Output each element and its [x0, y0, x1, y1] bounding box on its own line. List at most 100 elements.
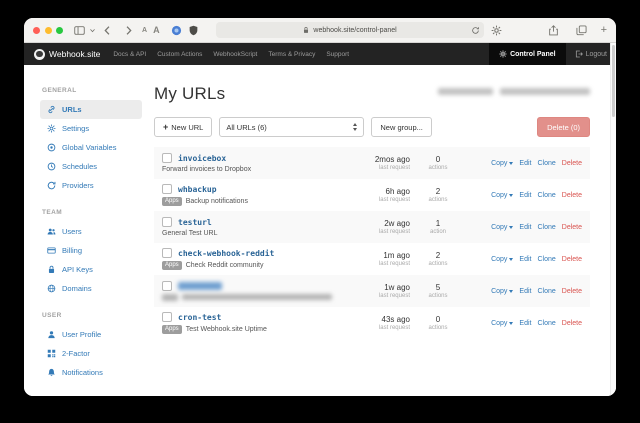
new-tab-button[interactable]: +	[601, 25, 607, 36]
row-checkbox[interactable]	[162, 217, 172, 227]
copy-link[interactable]: Copy	[491, 256, 513, 263]
sidebar-item-urls[interactable]: URLs	[40, 100, 142, 119]
copy-link[interactable]: Copy	[491, 160, 513, 167]
brand-name: Webhook.site	[49, 49, 100, 59]
webhook-logo-icon	[34, 49, 45, 60]
sidebar-item-label: URLs	[62, 105, 82, 114]
sidebar-item-users[interactable]: Users	[40, 222, 142, 241]
edit-link[interactable]: Edit	[519, 160, 531, 167]
actions-count-label: actions	[410, 293, 466, 299]
edit-link[interactable]: Edit	[519, 192, 531, 199]
control-panel-button[interactable]: Control Panel	[489, 43, 566, 65]
user-icon	[47, 330, 56, 339]
url-name-link[interactable]: invoicebox	[178, 154, 226, 163]
delete-link[interactable]: Delete	[562, 224, 582, 231]
increase-text-size-button[interactable]: A	[153, 25, 160, 35]
sidebar-item-providers[interactable]: Providers	[40, 176, 142, 195]
sidebar-item-domains[interactable]: Domains	[40, 279, 142, 298]
clone-link[interactable]: Clone	[537, 256, 555, 263]
delete-link[interactable]: Delete	[562, 192, 582, 199]
sidebar-item-global-variables[interactable]: Global Variables	[40, 138, 142, 157]
clone-link[interactable]: Clone	[537, 224, 555, 231]
url-name-link[interactable]: testurl	[178, 218, 212, 227]
url-name-link[interactable]: cron-test	[178, 313, 221, 322]
sidebar-item-billing[interactable]: Billing	[40, 241, 142, 260]
actions-count: 5	[410, 283, 466, 292]
sidebar-nav: GENERALURLsSettingsGlobal VariablesSched…	[24, 65, 148, 396]
row-checkbox[interactable]	[162, 153, 172, 163]
filter-selected-value: All URLs (6)	[226, 123, 266, 132]
navbar-right: Control Panel Logout	[489, 43, 616, 65]
row-actions: Copy Edit Clone Delete	[466, 192, 582, 199]
clone-link[interactable]: Clone	[537, 192, 555, 199]
delete-selected-button[interactable]: Delete (0)	[537, 117, 590, 137]
edit-link[interactable]: Edit	[519, 224, 531, 231]
webhook-site-logo[interactable]: Webhook.site	[34, 49, 100, 60]
browser-scrollbar	[610, 43, 616, 396]
share-icon[interactable]	[548, 25, 559, 36]
nav-link-support[interactable]: Support	[326, 51, 349, 58]
apps-badge: Apps	[162, 261, 182, 270]
chevron-down-icon[interactable]	[89, 27, 96, 34]
close-window-button[interactable]	[33, 27, 40, 34]
url-name-link[interactable]: whbackup	[178, 185, 217, 194]
table-row: cron-testAppsTest Webhook.site Uptime43s…	[154, 307, 590, 339]
tab-overview-icon[interactable]	[576, 25, 587, 36]
caret-down-icon	[509, 322, 513, 325]
copy-link[interactable]: Copy	[491, 224, 513, 231]
delete-link[interactable]: Delete	[562, 320, 582, 327]
sidebar-item-2-factor[interactable]: 2-Factor	[40, 344, 142, 363]
url-name-link[interactable]: check-webhook-reddit	[178, 249, 274, 258]
settings-gear-icon[interactable]	[491, 25, 502, 36]
zoom-window-button[interactable]	[56, 27, 63, 34]
address-bar[interactable]: webhook.site/control-panel	[216, 22, 484, 38]
edit-link[interactable]: Edit	[519, 320, 531, 327]
sidebar-item-settings[interactable]: Settings	[40, 119, 142, 138]
url-group-filter-select[interactable]: All URLs (6)	[219, 117, 364, 137]
sidebar-item-api-keys[interactable]: API Keys	[40, 260, 142, 279]
sidebar-item-label: Users	[62, 227, 82, 236]
sidebar-toggle-icon[interactable]	[74, 25, 85, 36]
row-checkbox[interactable]	[162, 184, 172, 194]
sidebar-item-label: 2-Factor	[62, 349, 90, 358]
copy-link[interactable]: Copy	[491, 288, 513, 295]
nav-link-terms-privacy[interactable]: Terms & Privacy	[268, 51, 315, 58]
delete-link[interactable]: Delete	[562, 256, 582, 263]
minimize-window-button[interactable]	[45, 27, 52, 34]
nav-link-webhookscript[interactable]: WebhookScript	[213, 51, 257, 58]
back-button[interactable]	[102, 25, 113, 36]
apps-badge: Apps	[162, 197, 182, 206]
row-checkbox[interactable]	[162, 281, 172, 291]
logout-button[interactable]: Logout	[566, 43, 616, 65]
extension-icon[interactable]	[171, 25, 182, 36]
last-request-cell: 2w agolast request	[352, 219, 410, 235]
copy-link[interactable]: Copy	[491, 320, 513, 327]
shield-icon[interactable]	[188, 25, 199, 36]
row-checkbox[interactable]	[162, 312, 172, 322]
new-url-button[interactable]: + New URL	[154, 117, 212, 137]
sidebar-item-user-profile[interactable]: User Profile	[40, 325, 142, 344]
forward-button[interactable]	[123, 25, 134, 36]
copy-link[interactable]: Copy	[491, 192, 513, 199]
row-checkbox[interactable]	[162, 248, 172, 258]
actions-count: 2	[410, 187, 466, 196]
nav-link-docs-api[interactable]: Docs & API	[113, 51, 146, 58]
reload-icon[interactable]	[471, 26, 480, 35]
delete-link[interactable]: Delete	[562, 160, 582, 167]
decrease-text-size-button[interactable]: A	[142, 27, 147, 34]
clone-link[interactable]: Clone	[537, 320, 555, 327]
edit-link[interactable]: Edit	[519, 288, 531, 295]
scrollbar-thumb[interactable]	[612, 45, 615, 117]
new-group-button[interactable]: New group...	[371, 117, 432, 137]
delete-link[interactable]: Delete	[562, 288, 582, 295]
clone-link[interactable]: Clone	[537, 288, 555, 295]
row-actions: Copy Edit Clone Delete	[466, 224, 582, 231]
url-description: Test Webhook.site Uptime	[186, 326, 267, 333]
edit-link[interactable]: Edit	[519, 256, 531, 263]
address-bar-url: webhook.site/control-panel	[313, 27, 396, 34]
sidebar-item-notifications[interactable]: Notifications	[40, 363, 142, 382]
clone-link[interactable]: Clone	[537, 160, 555, 167]
sidebar-item-schedules[interactable]: Schedules	[40, 157, 142, 176]
sidebar-section-label-user: USER	[42, 312, 148, 319]
nav-link-custom-actions[interactable]: Custom Actions	[157, 51, 202, 58]
